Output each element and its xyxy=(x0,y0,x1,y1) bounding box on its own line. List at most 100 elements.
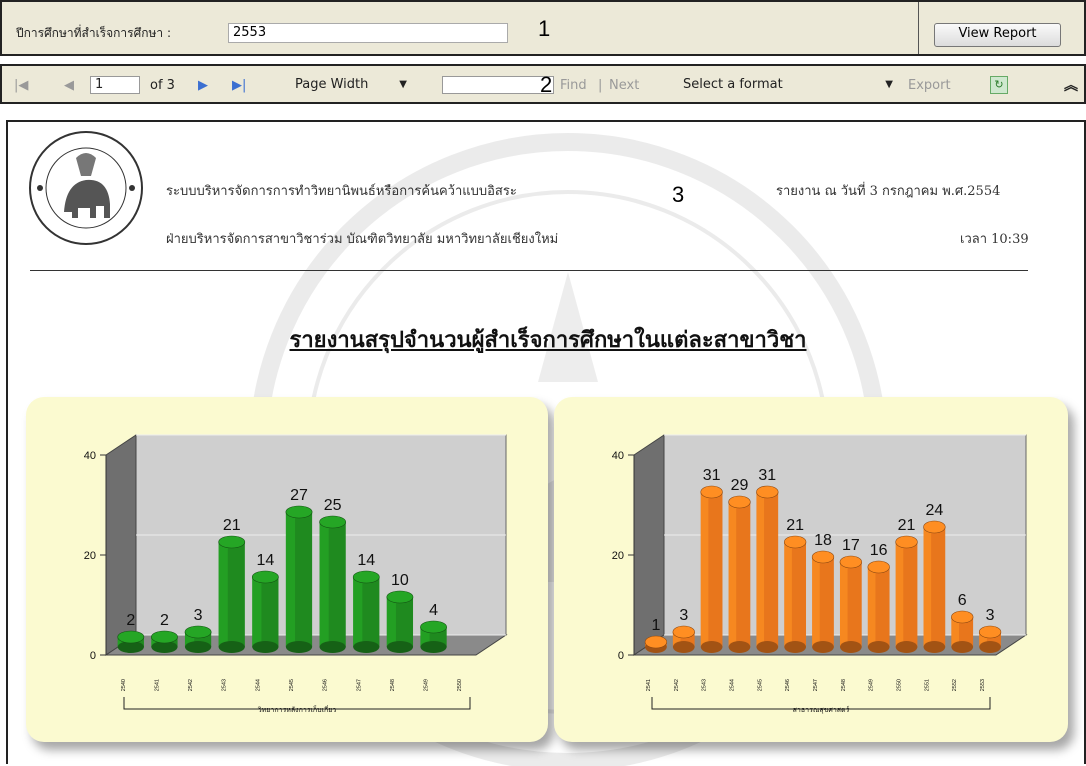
bar-cap xyxy=(184,625,212,639)
bar-highlight xyxy=(218,542,228,647)
x-tick-label: 2541 xyxy=(154,679,160,691)
bar-cap xyxy=(811,550,835,564)
last-page-icon[interactable]: ▶| xyxy=(232,78,246,93)
bar-highlight xyxy=(285,512,296,647)
bar xyxy=(811,550,835,653)
bar-highlight xyxy=(386,597,396,647)
x-tick-label: 2540 xyxy=(121,679,127,691)
y-tick-label: 40 xyxy=(612,450,624,462)
y-tick-label: 40 xyxy=(84,450,96,462)
report-title: รายงานสรุปจำนวนผู้สำเร็จการศึกษาในแต่ละส… xyxy=(289,327,807,353)
x-tick-label: 2545 xyxy=(289,679,295,691)
x-tick-label: 2544 xyxy=(729,679,735,691)
first-page-icon[interactable]: |◀ xyxy=(14,78,28,93)
x-tick-label: 2546 xyxy=(785,679,791,691)
export-link[interactable]: Export xyxy=(908,78,951,93)
bar-cap xyxy=(420,620,447,634)
find-input[interactable] xyxy=(442,76,554,94)
bar-base xyxy=(895,641,918,653)
bar-cap xyxy=(386,590,414,604)
org-department: ฝ่ายบริหารจัดการสาขาวิชาร่วม บัณฑิตวิทยา… xyxy=(166,232,559,247)
page-number-input[interactable]: 1 xyxy=(90,76,140,94)
previous-page-icon[interactable]: ◀ xyxy=(64,78,74,93)
bar-base xyxy=(784,641,807,653)
bar-cap xyxy=(319,515,347,529)
bar-cap xyxy=(756,485,779,499)
chevron-down-icon: ▼ xyxy=(399,79,407,90)
data-label: 6 xyxy=(958,592,967,609)
x-tick-label: 2549 xyxy=(869,679,875,691)
bar xyxy=(700,485,723,653)
bar xyxy=(895,535,918,653)
report-time: เวลา 10:39 xyxy=(960,232,1029,247)
bar-highlight xyxy=(895,542,904,647)
bar xyxy=(184,625,212,653)
bar-base xyxy=(923,641,946,653)
x-tick-label: 2550 xyxy=(457,679,463,691)
chevron-down-icon: ▼ xyxy=(885,79,893,90)
x-tick-label: 2543 xyxy=(702,679,708,691)
bar-cap xyxy=(895,535,918,549)
next-page-icon[interactable]: ▶ xyxy=(198,78,208,93)
collapse-icon[interactable]: ︽ xyxy=(1064,75,1078,95)
x-tick-label: 2545 xyxy=(757,679,763,691)
bar-base xyxy=(184,641,212,653)
bar-base xyxy=(839,641,862,653)
bar-base xyxy=(319,641,346,653)
x-tick-label: 2541 xyxy=(646,679,652,691)
data-label: 21 xyxy=(223,517,241,534)
y-tick-label: 0 xyxy=(618,650,624,662)
data-label: 29 xyxy=(731,477,749,494)
report-toolbar: |◀ ◀ 1 of 3 ▶ ▶| Page Width ▼ 2 Find | Ne… xyxy=(0,64,1086,104)
bar xyxy=(319,515,347,653)
bar-cap xyxy=(644,635,668,649)
bar xyxy=(839,555,863,653)
divider xyxy=(918,2,919,54)
next-link[interactable]: Next xyxy=(609,78,639,93)
bar xyxy=(756,485,779,653)
bar-chart-left: 0 20 40 2 2 3 21 14 27 25 14 10 4 2540 2541 2542 2543 254… xyxy=(84,434,508,714)
bar-base xyxy=(700,641,723,653)
report-date: รายงาน ณ วันที่ 3 กรกฎาคม พ.ศ.2554 xyxy=(776,184,1001,199)
bar-cap xyxy=(117,630,145,644)
bar-cap xyxy=(867,560,890,574)
bar-base xyxy=(951,641,974,653)
x-tick-label: 2550 xyxy=(897,679,903,691)
zoom-select[interactable]: Page Width ▼ xyxy=(288,75,414,95)
x-tick-label: 2552 xyxy=(952,679,958,691)
chart-panel-right: 0 20 40 1 3 31 29 31 21 18 17 16 21 24 6 3 2541 2542 2543 2… xyxy=(554,397,1068,742)
bar xyxy=(218,535,246,653)
export-format-select[interactable]: Select a format ▼ xyxy=(676,75,900,95)
bar-cap xyxy=(285,505,313,519)
find-link[interactable]: Find xyxy=(560,78,587,93)
bar xyxy=(420,620,447,653)
bar xyxy=(644,635,668,653)
bar-base xyxy=(386,641,414,653)
bar xyxy=(285,505,313,653)
year-input[interactable]: 2553 xyxy=(228,23,508,43)
org-name: ระบบบริหารจัดการการทำวิทยานิพนธ์หรือการค… xyxy=(166,184,517,199)
bar-highlight xyxy=(319,522,329,647)
bar-cap xyxy=(218,535,246,549)
x-tick-label: 2549 xyxy=(424,679,430,691)
bar-highlight xyxy=(839,562,848,647)
x-tick-label: 2553 xyxy=(980,679,986,691)
bar-highlight xyxy=(867,567,876,647)
refresh-icon[interactable]: ↻ xyxy=(990,76,1008,94)
bar-base xyxy=(812,641,834,653)
data-label: 31 xyxy=(703,467,721,484)
data-label: 1 xyxy=(651,617,660,634)
bar-cap xyxy=(251,570,279,584)
view-report-button[interactable]: View Report xyxy=(934,23,1061,47)
x-tick-label: 2548 xyxy=(841,679,847,691)
x-tick-label: 2548 xyxy=(390,679,396,691)
bar-cap xyxy=(700,485,723,499)
bar xyxy=(672,625,695,653)
bar-highlight xyxy=(700,492,709,647)
zoom-value: Page Width xyxy=(295,77,369,92)
bar-chart-right: 0 20 40 1 3 31 29 31 21 18 17 16 21 24 6 3 2541 2542 2543 2… xyxy=(612,434,1028,714)
data-label: 18 xyxy=(814,532,832,549)
y-tick-label: 20 xyxy=(612,550,624,562)
bar-highlight xyxy=(728,502,737,647)
bar-cap xyxy=(951,610,974,624)
